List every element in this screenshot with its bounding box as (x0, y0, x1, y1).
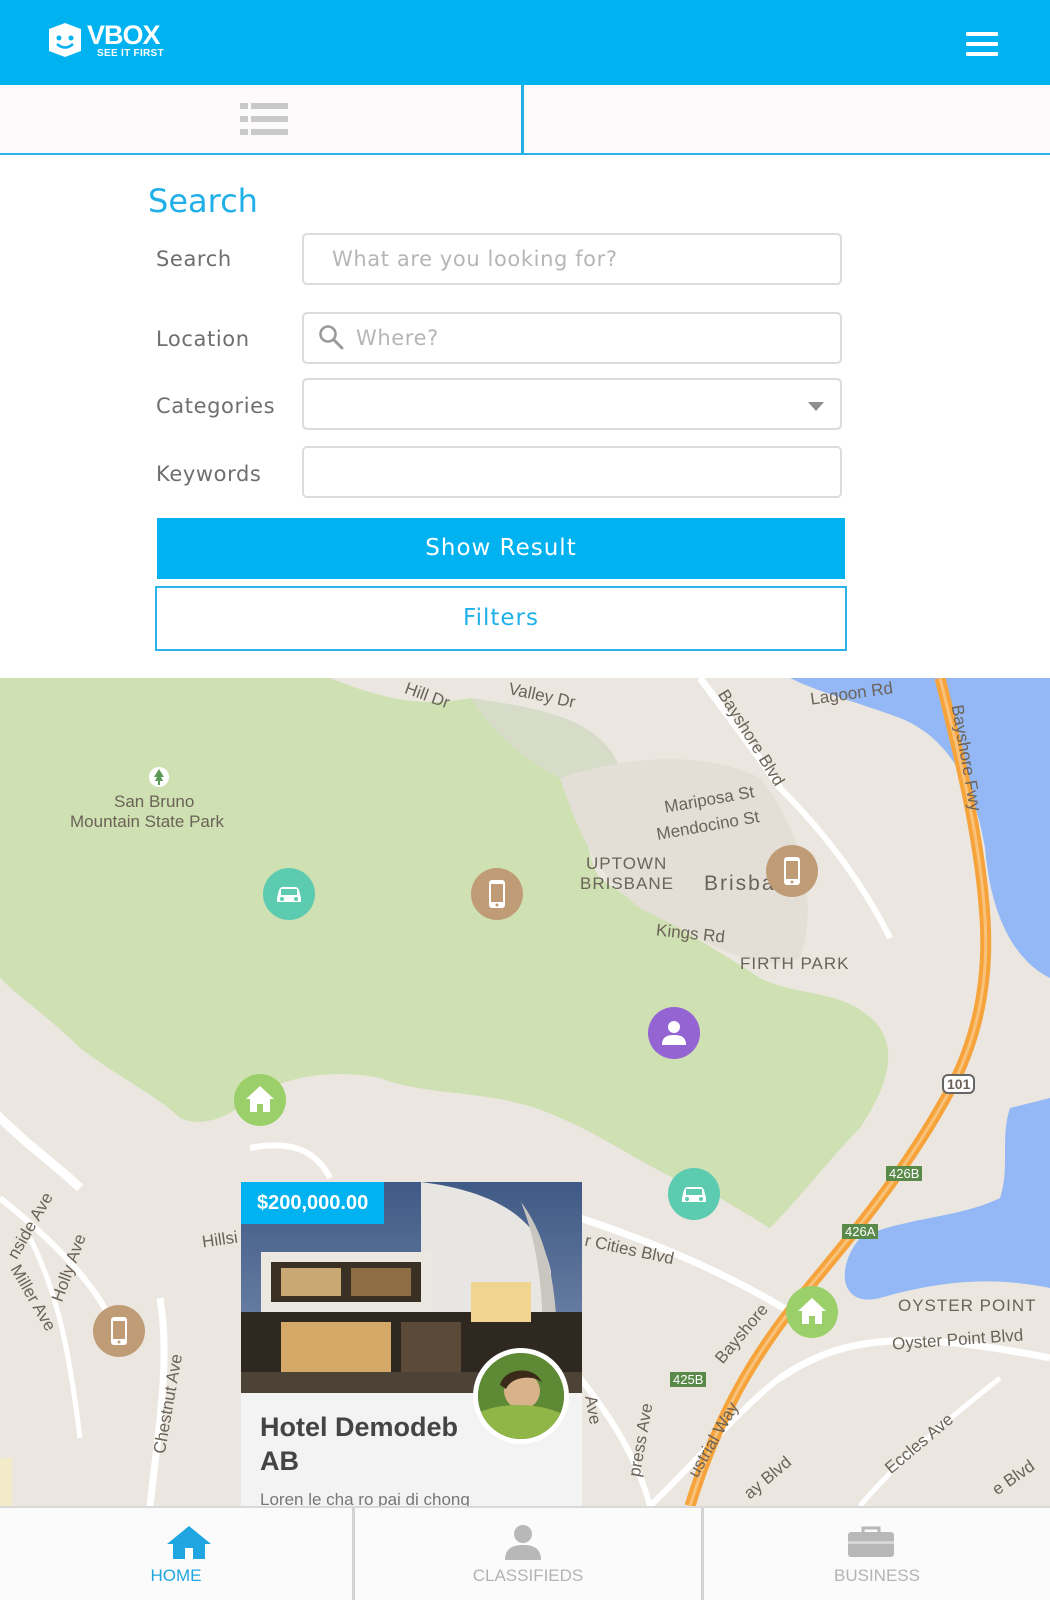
car-icon (668, 1168, 720, 1220)
menu-bar (966, 42, 998, 46)
logo-tagline: SEE IT FIRST (97, 48, 164, 59)
listing-card[interactable]: $200,000.00 Hotel Demodeb AB Loren le ch… (241, 1182, 582, 1512)
briefcase-icon (848, 1526, 894, 1557)
map-label-exit-426a: 426A (842, 1224, 879, 1239)
app-screen: VBOX SEE IT FIRST Search Search What are… (0, 0, 1050, 1600)
location-label: Location (156, 327, 250, 351)
listing-owner-avatar[interactable] (473, 1348, 569, 1444)
park-tree-icon (149, 767, 169, 787)
tab-list-view[interactable] (0, 85, 521, 153)
home-icon (234, 1074, 286, 1126)
map-label-brisbane-district: BRISBANE (580, 874, 674, 893)
nav-business-label: BUSINESS (834, 1566, 920, 1585)
map-label-firth-park: FIRTH PARK (740, 954, 850, 973)
app-header: VBOX SEE IT FIRST (0, 0, 1050, 85)
show-result-button[interactable]: Show Result (157, 518, 845, 579)
categories-label: Categories (156, 394, 276, 418)
vbox-mascot-icon (49, 23, 81, 57)
search-input[interactable] (302, 233, 842, 285)
vbox-logo[interactable]: VBOX SEE IT FIRST (45, 20, 185, 65)
home-pin[interactable] (786, 1286, 838, 1338)
car-pin[interactable] (668, 1168, 720, 1220)
list-view-icon (240, 103, 288, 135)
phone-pin[interactable] (93, 1305, 145, 1357)
nav-home-label: HOME (150, 1566, 202, 1585)
hamburger-menu-button[interactable] (960, 29, 1004, 61)
map-label-exit-426b: 426B (886, 1166, 923, 1181)
phone-pin[interactable] (766, 845, 818, 897)
nav-business[interactable]: BUSINESS (704, 1508, 1050, 1600)
tab-divider (521, 85, 524, 155)
bottom-navigation: HOME CLASSIFIEDS BUSINESS (0, 1506, 1050, 1600)
user-pin[interactable] (648, 1007, 700, 1059)
categories-select[interactable] (302, 378, 842, 430)
car-icon (263, 868, 315, 920)
avatar-image (478, 1353, 564, 1439)
home-pin[interactable] (234, 1074, 286, 1126)
map-label-park-name-2: Mountain State Park (70, 812, 225, 831)
menu-bar (966, 32, 998, 36)
keywords-input[interactable] (302, 446, 842, 498)
user-icon (648, 1007, 700, 1059)
view-toggle-bar (0, 85, 1050, 1591)
map-label-oyster-point: OYSTER POINT (898, 1296, 1037, 1315)
location-input[interactable] (302, 312, 842, 364)
nav-classifieds-label: CLASSIFIEDS (472, 1566, 584, 1585)
map-label-hwy-101: 101 (942, 1074, 976, 1094)
search-label: Search (156, 247, 232, 271)
nav-classifieds[interactable]: CLASSIFIEDS (355, 1508, 701, 1600)
logo-wordmark: VBOX (87, 20, 161, 50)
nav-home[interactable]: HOME (0, 1508, 352, 1600)
listing-title: Hotel Demodeb AB (260, 1412, 459, 1476)
phone-icon (93, 1305, 145, 1357)
search-icon (319, 325, 344, 350)
map-label-exit-425b: 425B (670, 1372, 707, 1387)
phone-icon (471, 868, 523, 920)
person-icon (505, 1525, 541, 1560)
menu-bar (966, 52, 998, 56)
home-icon (167, 1526, 211, 1559)
phone-icon (766, 845, 818, 897)
home-icon (786, 1286, 838, 1338)
keywords-label: Keywords (156, 462, 262, 486)
search-title: Search (148, 182, 258, 220)
map-label-uptown: UPTOWN (586, 854, 668, 873)
phone-pin[interactable] (471, 868, 523, 920)
chevron-down-icon (808, 402, 824, 411)
listing-price: $200,000.00 (241, 1182, 385, 1224)
map-label-park-name-1: San Bruno (114, 792, 195, 811)
car-pin[interactable] (263, 868, 315, 920)
filters-button[interactable]: Filters (155, 586, 847, 651)
